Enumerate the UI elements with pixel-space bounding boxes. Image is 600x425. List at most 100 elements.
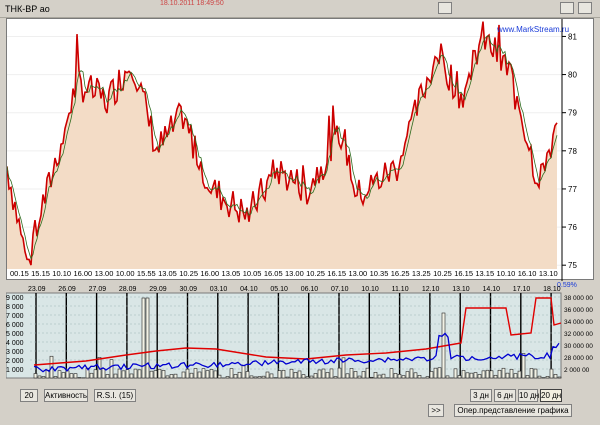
volume-right-label: 30 000 00	[564, 343, 593, 350]
time-axis-label: 16.00	[200, 269, 219, 278]
volume-left-label: 3 000	[6, 349, 24, 356]
volume-bar	[173, 373, 178, 379]
time-axis-label: 10.25	[306, 269, 325, 278]
time-axis-label: 16.25	[391, 269, 410, 278]
volume-bar	[465, 372, 470, 379]
volume-bar	[293, 371, 298, 379]
volume-bar	[137, 369, 142, 379]
volume-bar	[417, 375, 422, 379]
range-6d-button[interactable]: 6 дн	[494, 389, 516, 402]
volume-bar	[349, 368, 354, 379]
close-icon[interactable]	[578, 2, 592, 14]
time-axis-label: 13.10	[539, 269, 558, 278]
volume-bar	[145, 297, 150, 379]
volume-bar	[65, 370, 70, 379]
price-chart: 81807978777675	[6, 19, 577, 281]
oper-view-button[interactable]: Опер.представление графика	[454, 404, 572, 417]
volume-bar	[513, 373, 518, 379]
volume-date-label: 23.09	[28, 286, 46, 293]
volume-bar	[213, 370, 218, 379]
price-y-label: 76	[568, 223, 577, 232]
time-axis-label: 16.15	[327, 269, 346, 278]
time-axis-label: 16.15	[454, 269, 473, 278]
volume-bar	[373, 372, 378, 379]
time-axis-label: 13.05	[158, 269, 177, 278]
volume-bar	[113, 373, 118, 379]
volume-bar	[497, 369, 502, 379]
volume-bar	[521, 353, 526, 379]
price-y-label: 77	[568, 185, 577, 194]
volume-right-label: 32 000 00	[564, 331, 593, 338]
price-y-label: 79	[568, 109, 577, 118]
volume-bar	[469, 372, 474, 379]
range-3d-button[interactable]: 3 дн	[470, 389, 492, 402]
volume-date-label: 10.10	[361, 286, 379, 293]
volume-bar	[425, 376, 430, 379]
volume-date-label: 07.10	[331, 286, 349, 293]
time-axis-label: 13.15	[475, 269, 494, 278]
volume-date-label: 30.09	[180, 286, 198, 293]
time-axis-label: 16.00	[73, 269, 92, 278]
volume-bar	[325, 372, 330, 379]
volume-bar	[73, 373, 78, 379]
volume-bar	[57, 370, 62, 379]
volume-bar	[493, 374, 498, 379]
rsi-button[interactable]: R.S.I. (15)	[94, 389, 136, 402]
range-10d-button[interactable]: 10 дн	[518, 389, 539, 402]
price-y-label: 80	[568, 71, 577, 80]
volume-bar	[301, 374, 306, 379]
time-axis-label: 10.35	[370, 269, 389, 278]
volume-bar	[409, 368, 414, 379]
volume-right-label: 38 000 00	[564, 295, 593, 302]
volume-bar	[481, 370, 486, 379]
volume-bar	[197, 371, 202, 379]
volume-bar	[517, 370, 522, 379]
volume-date-label: 06.10	[301, 286, 319, 293]
volume-date-label: 12.10	[422, 286, 440, 293]
price-area	[7, 21, 557, 269]
volume-bar	[125, 369, 130, 379]
volume-right-label: 34 000 00	[564, 319, 593, 326]
period-input[interactable]: 20	[20, 389, 38, 402]
app-window: ТНК-ВР ао 18.10.2011 18:49:50 81 80 79 78 77…	[0, 0, 600, 425]
activity-button[interactable]: Активность	[44, 389, 88, 402]
title-bar[interactable]: ТНК-ВР ао 18.10.2011 18:49:50	[0, 0, 600, 18]
range-20d-button[interactable]: 20 дн	[540, 389, 562, 402]
volume-bar	[109, 359, 114, 379]
volume-left-label: 2 000	[6, 358, 24, 365]
volume-bar	[105, 374, 110, 379]
volume-bar	[309, 375, 314, 379]
volume-chart: 23.09 26.09 27.09 28.09 29.09 30.09 03.10 04.10…	[5, 286, 593, 379]
volume-bar	[361, 371, 366, 379]
title-fragment: 18.10.2011 18:49:50	[160, 0, 224, 7]
volume-date-label: 17.10	[513, 286, 531, 293]
volume-bar	[225, 376, 230, 379]
volume-bar	[121, 370, 126, 379]
volume-date-label: 05.10	[270, 286, 288, 293]
volume-date-label: 27.09	[89, 286, 107, 293]
volume-date-label: 11.10	[392, 286, 409, 293]
volume-bar	[405, 371, 410, 379]
volume-bar	[525, 375, 530, 379]
volume-bar	[457, 375, 462, 379]
volume-bar	[477, 374, 482, 379]
time-axis-label: 13.00	[348, 269, 367, 278]
volume-left-label: 9 000	[6, 295, 24, 302]
volume-bar	[533, 368, 538, 379]
restore-icon[interactable]	[560, 2, 574, 14]
volume-chart-panel: 23.09 26.09 27.09 28.09 29.09 30.09 03.10 04.10…	[5, 283, 594, 380]
volume-left-label: 5 000	[6, 331, 24, 338]
volume-bar	[489, 370, 494, 379]
volume-bar	[169, 374, 174, 379]
volume-bar	[557, 376, 562, 379]
volume-bar	[549, 368, 554, 379]
volume-bar	[101, 368, 106, 379]
watermark-link[interactable]: www.MarkStream.ru	[497, 25, 569, 34]
volume-bar	[353, 371, 358, 379]
volume-bar	[473, 372, 478, 379]
time-axis-label: 00.15	[10, 269, 29, 278]
scroll-forward-button[interactable]: >>	[428, 404, 444, 417]
price-y-label: 81	[568, 32, 577, 41]
volume-date-label: 18.10	[543, 286, 561, 293]
volume-bar	[365, 367, 370, 379]
